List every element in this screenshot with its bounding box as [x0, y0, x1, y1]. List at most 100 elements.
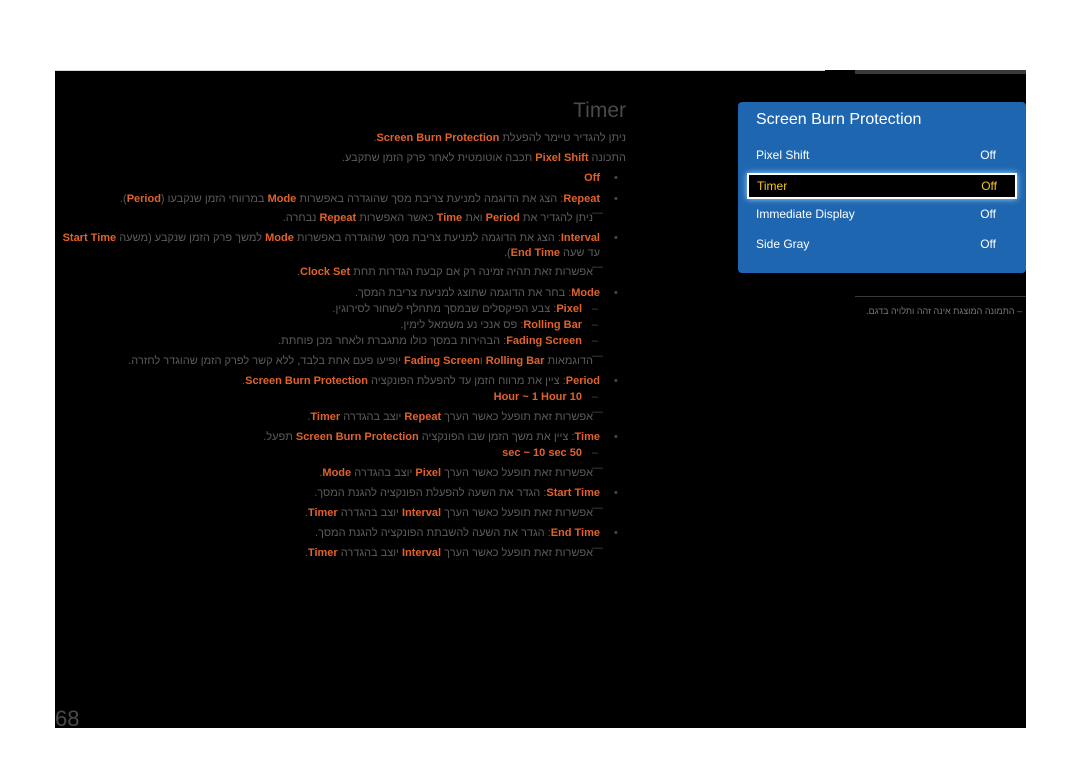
text-line-bullet: Repeat: הצג את הדוגמה למניעת צריבת מסך ש…	[120, 193, 600, 205]
text-line-p: ניתן להגדיר טיימר להפעלת Screen Burn Pro…	[373, 132, 626, 144]
text-segment: אפשרות זאת תופעל כאשר הערך	[441, 547, 593, 559]
highlighted-term: Repeat	[319, 212, 357, 224]
text-line-sub: Pixel: צבע הפיקסלים שבמסך מתחלף לשחור לס…	[332, 303, 582, 315]
highlighted-term: Interval	[401, 507, 442, 519]
text-segment: : הבהירות במסך כולו מתגברת ולאחר מכן פוח…	[278, 335, 507, 347]
text-segment: : צבע הפיקסלים שבמסך מתחלף לשחור לסירוגי…	[332, 303, 557, 315]
text-line-note: אפשרות זאת תופעל כאשר הערך Repeat יוצב ב…	[307, 411, 593, 423]
top-rule	[55, 70, 825, 71]
highlighted-term: Rolling Bar	[523, 319, 582, 331]
text-line-bullet: End Time: הגדר את השעה להשבתת הפונקציה ל…	[315, 527, 600, 539]
bullet-icon: •	[614, 232, 618, 244]
highlighted-term: Start Time	[546, 487, 600, 499]
highlighted-term: Timer	[307, 547, 338, 559]
bullet-icon: •	[614, 527, 618, 539]
menu-title: Screen Burn Protection	[756, 111, 922, 128]
text-line-note: אפשרות זאת תופעל כאשר הערך Interval יוצב…	[305, 547, 593, 559]
highlighted-term: End Time	[510, 247, 560, 259]
text-segment: : ציין את מרווח הזמן עד להפעלת הפונקציה	[367, 375, 566, 387]
highlighted-term: Rolling Bar	[485, 355, 545, 367]
highlighted-term: Timer	[310, 411, 341, 423]
text-segment: : פס אנכי נע משמאל לימין.	[400, 319, 524, 331]
menu-item-label: Pixel Shift	[756, 148, 810, 162]
text-segment: ניתן להגדיר טיימר להפעלת	[499, 132, 626, 144]
highlighted-term: Mode	[267, 193, 297, 205]
highlighted-term: Interval	[401, 547, 442, 559]
text-line-bullet: Mode: בחר את הדוגמה שתוצג למניעת צריבת ה…	[355, 287, 600, 299]
note-icon: —	[592, 350, 603, 362]
highlighted-term: End Time	[550, 527, 600, 539]
menu-item-side-gray[interactable]: Side Gray Off	[748, 233, 1014, 255]
note-icon: —	[592, 502, 603, 514]
text-segment: : הצג את הדוגמה למניעת צריבת מסך שהוגדרה…	[296, 193, 564, 205]
note-icon: —	[592, 462, 603, 474]
dash-icon: –	[592, 391, 599, 403]
text-segment: הדוגמאות	[544, 355, 593, 367]
dash-icon: –	[592, 447, 599, 459]
highlighted-term: Mode	[571, 287, 600, 299]
highlighted-term: Clock Set	[300, 266, 351, 278]
menu-item-immediate-display[interactable]: Immediate Display Off	[748, 203, 1014, 225]
highlighted-term: Screen Burn Protection	[376, 132, 500, 144]
text-segment: : הגדר את השעה להפעלת הפונקציה להגנת המס…	[314, 487, 547, 499]
bullet-icon: •	[614, 287, 618, 299]
text-segment: נבחרה.	[282, 212, 320, 224]
highlighted-term: Fading Screen	[404, 355, 480, 367]
text-segment: תפעל.	[263, 431, 296, 443]
menu-item-label: Timer	[757, 179, 788, 193]
text-segment: ניתן להגדיר את	[519, 212, 593, 224]
text-line-note: אפשרות זאת תופעל כאשר הערך Pixel יוצב בה…	[319, 467, 593, 479]
highlighted-term: Period	[485, 212, 520, 224]
highlighted-term: Period	[565, 375, 600, 387]
bullet-icon: •	[614, 193, 618, 205]
text-line-note: אפשרות זאת תהיה זמינה רק אם קבעת הגדרות …	[297, 266, 593, 278]
text-segment: יוצב בהגדרה	[351, 467, 416, 479]
text-line-sub: 10 Hour ~ 1 Hour	[494, 391, 582, 403]
text-line-bullet: Off	[584, 172, 600, 184]
text-segment: : הגדר את השעה להשבתת הפונקציה להגנת המס…	[315, 527, 551, 539]
highlighted-term: Timer	[307, 507, 338, 519]
highlighted-term: Pixel Shift	[535, 152, 589, 164]
text-segment: יוצב בהגדרה	[337, 547, 402, 559]
note-icon: —	[592, 261, 603, 273]
text-line-sub: Fading Screen: הבהירות במסך כולו מתגברת …	[278, 335, 582, 347]
text-line-cont: עד שעה End Time).	[504, 247, 600, 259]
highlighted-term: Mode	[265, 232, 294, 244]
bullet-icon: •	[614, 487, 618, 499]
highlighted-term: Repeat	[404, 411, 442, 423]
note-icon: —	[592, 207, 603, 219]
text-line-sub: Rolling Bar: פס אנכי נע משמאל לימין.	[400, 319, 582, 331]
highlighted-term: Period	[126, 193, 161, 205]
highlighted-term: Mode	[322, 467, 352, 479]
text-line-bullet: Start Time: הגדר את השעה להפעלת הפונקציה…	[314, 487, 600, 499]
highlighted-term: Start Time	[62, 232, 117, 244]
highlighted-term: Screen Burn Protection	[295, 431, 419, 443]
screen-burn-protection-menu: Screen Burn Protection Pixel Shift Off T…	[738, 102, 1026, 273]
text-segment: התכונה	[588, 152, 626, 164]
text-segment: אפשרות זאת תופעל כאשר הערך	[441, 411, 593, 423]
highlighted-term: Off	[584, 172, 600, 184]
note-icon: —	[592, 406, 603, 418]
highlighted-term: 50 sec ~ 10 sec	[502, 447, 582, 459]
text-line-p: התכונה Pixel Shift תכבה אוטומטית לאחר פר…	[342, 152, 626, 164]
text-segment: יוצב בהגדרה	[340, 411, 405, 423]
menu-item-timer[interactable]: Timer Off	[747, 173, 1017, 199]
text-segment: כאשר האפשרות	[356, 212, 437, 224]
text-line-bullet: Period: ציין את מרווח הזמן עד להפעלת הפו…	[242, 375, 600, 387]
highlighted-term: Screen Burn Protection	[245, 375, 368, 387]
text-segment: תכבה אוטומטית לאחר פרק הזמן שתקבע.	[341, 152, 536, 164]
menu-item-value: Off	[980, 237, 996, 251]
text-segment: אפשרות זאת תופעל כאשר הערך	[441, 507, 593, 519]
text-line-sub: 50 sec ~ 10 sec	[502, 447, 582, 459]
menu-item-label: Immediate Display	[756, 207, 855, 221]
bullet-icon: •	[614, 172, 618, 184]
top-bar	[855, 70, 1026, 74]
text-segment: : בחר את הדוגמה שתוצג למניעת צריבת המסך.	[354, 287, 572, 299]
text-segment: למשך פרק הזמן שנקבע (משעה	[116, 232, 266, 244]
text-segment: ).	[119, 193, 127, 205]
bullet-icon: •	[614, 375, 618, 387]
menu-item-pixel-shift[interactable]: Pixel Shift Off	[748, 144, 1014, 166]
highlighted-term: Interval	[560, 232, 600, 244]
menu-item-value: Off	[980, 148, 996, 162]
note-icon: —	[592, 542, 603, 554]
